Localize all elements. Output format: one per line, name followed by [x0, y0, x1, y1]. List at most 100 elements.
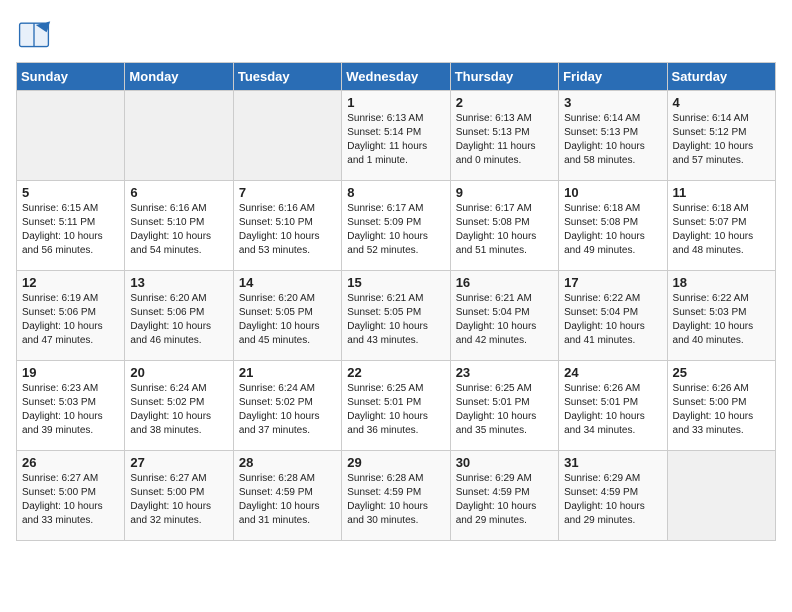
column-header-tuesday: Tuesday [233, 63, 341, 91]
cell-day-number: 24 [564, 365, 661, 380]
cell-day-number: 21 [239, 365, 336, 380]
calendar-cell: 29 Sunrise: 6:28 AMSunset: 4:59 PMDaylig… [342, 451, 450, 541]
calendar-table: SundayMondayTuesdayWednesdayThursdayFrid… [16, 62, 776, 541]
calendar-cell: 17 Sunrise: 6:22 AMSunset: 5:04 PMDaylig… [559, 271, 667, 361]
column-header-monday: Monday [125, 63, 233, 91]
cell-info: Sunrise: 6:26 AMSunset: 5:00 PMDaylight:… [673, 382, 770, 438]
cell-day-number: 27 [130, 455, 227, 470]
calendar-cell: 28 Sunrise: 6:28 AMSunset: 4:59 PMDaylig… [233, 451, 341, 541]
cell-info: Sunrise: 6:28 AMSunset: 4:59 PMDaylight:… [239, 472, 336, 528]
calendar-cell [233, 91, 341, 181]
cell-info: Sunrise: 6:27 AMSunset: 5:00 PMDaylight:… [22, 472, 119, 528]
calendar-cell: 26 Sunrise: 6:27 AMSunset: 5:00 PMDaylig… [17, 451, 125, 541]
calendar-cell: 22 Sunrise: 6:25 AMSunset: 5:01 PMDaylig… [342, 361, 450, 451]
cell-day-number: 11 [673, 185, 770, 200]
cell-day-number: 5 [22, 185, 119, 200]
cell-day-number: 4 [673, 95, 770, 110]
cell-info: Sunrise: 6:13 AMSunset: 5:14 PMDaylight:… [347, 112, 444, 168]
cell-day-number: 10 [564, 185, 661, 200]
calendar-cell: 3 Sunrise: 6:14 AMSunset: 5:13 PMDayligh… [559, 91, 667, 181]
cell-info: Sunrise: 6:20 AMSunset: 5:06 PMDaylight:… [130, 292, 227, 348]
cell-info: Sunrise: 6:26 AMSunset: 5:01 PMDaylight:… [564, 382, 661, 438]
cell-day-number: 7 [239, 185, 336, 200]
cell-day-number: 6 [130, 185, 227, 200]
calendar-cell: 16 Sunrise: 6:21 AMSunset: 5:04 PMDaylig… [450, 271, 558, 361]
cell-info: Sunrise: 6:25 AMSunset: 5:01 PMDaylight:… [456, 382, 553, 438]
cell-day-number: 23 [456, 365, 553, 380]
cell-day-number: 25 [673, 365, 770, 380]
calendar-cell: 30 Sunrise: 6:29 AMSunset: 4:59 PMDaylig… [450, 451, 558, 541]
cell-day-number: 3 [564, 95, 661, 110]
cell-info: Sunrise: 6:16 AMSunset: 5:10 PMDaylight:… [130, 202, 227, 258]
cell-info: Sunrise: 6:14 AMSunset: 5:12 PMDaylight:… [673, 112, 770, 168]
cell-info: Sunrise: 6:24 AMSunset: 5:02 PMDaylight:… [239, 382, 336, 438]
cell-day-number: 30 [456, 455, 553, 470]
logo [16, 16, 58, 52]
cell-day-number: 15 [347, 275, 444, 290]
calendar-cell: 5 Sunrise: 6:15 AMSunset: 5:11 PMDayligh… [17, 181, 125, 271]
cell-info: Sunrise: 6:18 AMSunset: 5:08 PMDaylight:… [564, 202, 661, 258]
calendar-cell [667, 451, 775, 541]
cell-info: Sunrise: 6:20 AMSunset: 5:05 PMDaylight:… [239, 292, 336, 348]
cell-day-number: 9 [456, 185, 553, 200]
cell-info: Sunrise: 6:18 AMSunset: 5:07 PMDaylight:… [673, 202, 770, 258]
calendar-cell: 19 Sunrise: 6:23 AMSunset: 5:03 PMDaylig… [17, 361, 125, 451]
calendar-cell: 15 Sunrise: 6:21 AMSunset: 5:05 PMDaylig… [342, 271, 450, 361]
cell-info: Sunrise: 6:16 AMSunset: 5:10 PMDaylight:… [239, 202, 336, 258]
cell-info: Sunrise: 6:29 AMSunset: 4:59 PMDaylight:… [456, 472, 553, 528]
calendar-cell: 23 Sunrise: 6:25 AMSunset: 5:01 PMDaylig… [450, 361, 558, 451]
cell-info: Sunrise: 6:27 AMSunset: 5:00 PMDaylight:… [130, 472, 227, 528]
cell-info: Sunrise: 6:29 AMSunset: 4:59 PMDaylight:… [564, 472, 661, 528]
calendar-cell: 11 Sunrise: 6:18 AMSunset: 5:07 PMDaylig… [667, 181, 775, 271]
calendar-cell: 10 Sunrise: 6:18 AMSunset: 5:08 PMDaylig… [559, 181, 667, 271]
calendar-cell: 13 Sunrise: 6:20 AMSunset: 5:06 PMDaylig… [125, 271, 233, 361]
cell-day-number: 17 [564, 275, 661, 290]
calendar-cell: 1 Sunrise: 6:13 AMSunset: 5:14 PMDayligh… [342, 91, 450, 181]
cell-info: Sunrise: 6:21 AMSunset: 5:04 PMDaylight:… [456, 292, 553, 348]
column-header-thursday: Thursday [450, 63, 558, 91]
calendar-cell: 7 Sunrise: 6:16 AMSunset: 5:10 PMDayligh… [233, 181, 341, 271]
cell-day-number: 20 [130, 365, 227, 380]
cell-info: Sunrise: 6:19 AMSunset: 5:06 PMDaylight:… [22, 292, 119, 348]
cell-day-number: 19 [22, 365, 119, 380]
column-header-saturday: Saturday [667, 63, 775, 91]
cell-info: Sunrise: 6:22 AMSunset: 5:04 PMDaylight:… [564, 292, 661, 348]
cell-info: Sunrise: 6:22 AMSunset: 5:03 PMDaylight:… [673, 292, 770, 348]
calendar-cell: 12 Sunrise: 6:19 AMSunset: 5:06 PMDaylig… [17, 271, 125, 361]
cell-day-number: 12 [22, 275, 119, 290]
cell-info: Sunrise: 6:28 AMSunset: 4:59 PMDaylight:… [347, 472, 444, 528]
calendar-cell: 14 Sunrise: 6:20 AMSunset: 5:05 PMDaylig… [233, 271, 341, 361]
cell-day-number: 18 [673, 275, 770, 290]
calendar-cell: 27 Sunrise: 6:27 AMSunset: 5:00 PMDaylig… [125, 451, 233, 541]
calendar-cell: 6 Sunrise: 6:16 AMSunset: 5:10 PMDayligh… [125, 181, 233, 271]
calendar-cell: 24 Sunrise: 6:26 AMSunset: 5:01 PMDaylig… [559, 361, 667, 451]
cell-info: Sunrise: 6:25 AMSunset: 5:01 PMDaylight:… [347, 382, 444, 438]
calendar-cell: 25 Sunrise: 6:26 AMSunset: 5:00 PMDaylig… [667, 361, 775, 451]
cell-info: Sunrise: 6:24 AMSunset: 5:02 PMDaylight:… [130, 382, 227, 438]
calendar-cell: 20 Sunrise: 6:24 AMSunset: 5:02 PMDaylig… [125, 361, 233, 451]
cell-day-number: 13 [130, 275, 227, 290]
column-header-wednesday: Wednesday [342, 63, 450, 91]
page-header [16, 16, 776, 52]
calendar-cell: 4 Sunrise: 6:14 AMSunset: 5:12 PMDayligh… [667, 91, 775, 181]
cell-day-number: 8 [347, 185, 444, 200]
cell-day-number: 22 [347, 365, 444, 380]
column-header-sunday: Sunday [17, 63, 125, 91]
cell-day-number: 16 [456, 275, 553, 290]
cell-info: Sunrise: 6:14 AMSunset: 5:13 PMDaylight:… [564, 112, 661, 168]
calendar-cell: 9 Sunrise: 6:17 AMSunset: 5:08 PMDayligh… [450, 181, 558, 271]
cell-day-number: 14 [239, 275, 336, 290]
calendar-cell: 21 Sunrise: 6:24 AMSunset: 5:02 PMDaylig… [233, 361, 341, 451]
cell-day-number: 28 [239, 455, 336, 470]
cell-day-number: 29 [347, 455, 444, 470]
cell-info: Sunrise: 6:23 AMSunset: 5:03 PMDaylight:… [22, 382, 119, 438]
cell-day-number: 2 [456, 95, 553, 110]
calendar-cell: 8 Sunrise: 6:17 AMSunset: 5:09 PMDayligh… [342, 181, 450, 271]
calendar-cell: 2 Sunrise: 6:13 AMSunset: 5:13 PMDayligh… [450, 91, 558, 181]
cell-info: Sunrise: 6:13 AMSunset: 5:13 PMDaylight:… [456, 112, 553, 168]
cell-day-number: 26 [22, 455, 119, 470]
calendar-cell [125, 91, 233, 181]
cell-day-number: 31 [564, 455, 661, 470]
cell-info: Sunrise: 6:17 AMSunset: 5:08 PMDaylight:… [456, 202, 553, 258]
calendar-cell [17, 91, 125, 181]
